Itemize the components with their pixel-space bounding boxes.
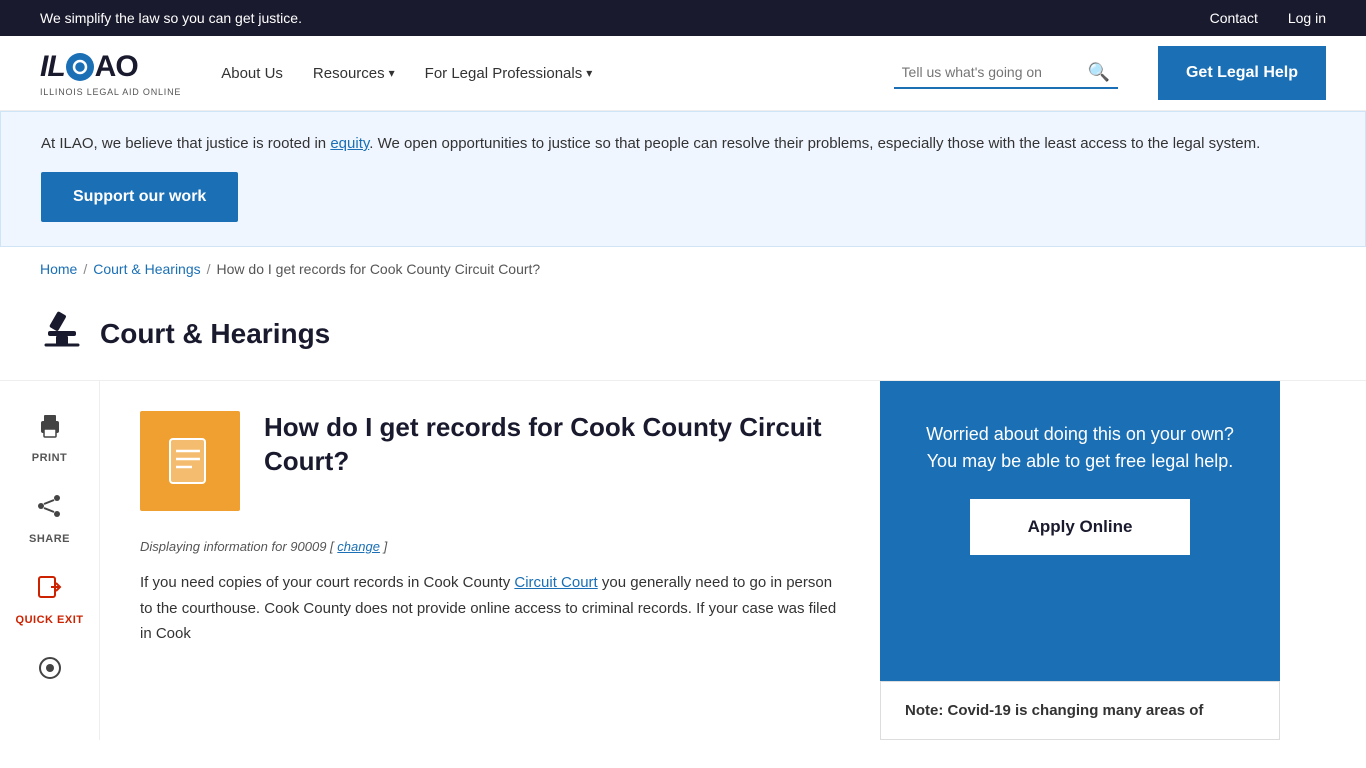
print-label: PRINT	[32, 452, 68, 464]
breadcrumb-home[interactable]: Home	[40, 261, 77, 277]
breadcrumb-sep-1: /	[83, 261, 87, 277]
print-action[interactable]: PRINT	[32, 411, 68, 464]
equity-link[interactable]: equity	[330, 135, 369, 152]
covid-note-text: Note: Covid-19 is changing many areas of	[905, 702, 1203, 719]
site-header: IL AO ILLINOIS LEGAL AID ONLINE About Us…	[0, 36, 1366, 111]
resources-chevron-icon: ▾	[389, 66, 395, 80]
search-area: 🔍	[894, 58, 1118, 89]
zip-info: Displaying information for 90009 [ chang…	[140, 539, 840, 554]
nav-legal-professionals[interactable]: For Legal Professionals ▾	[425, 65, 593, 82]
info-banner: At ILAO, we believe that justice is root…	[0, 111, 1366, 247]
breadcrumb-category[interactable]: Court & Hearings	[93, 261, 200, 277]
article-area: How do I get records for Cook County Cir…	[100, 381, 880, 740]
nav-about-us[interactable]: About Us	[221, 65, 283, 82]
apply-online-button[interactable]: Apply Online	[970, 499, 1190, 555]
get-legal-help-button[interactable]: Get Legal Help	[1158, 46, 1326, 100]
article-text: If you need copies of your court records…	[140, 570, 840, 647]
logo-area: IL AO ILLINOIS LEGAL AID ONLINE	[40, 50, 181, 97]
right-sidebar: Worried about doing this on your own? Yo…	[880, 381, 1280, 740]
legal-professionals-chevron-icon: ▾	[586, 66, 592, 80]
quick-exit-action[interactable]: QUICK EXIT	[16, 573, 84, 626]
main-nav: About Us Resources ▾ For Legal Professio…	[221, 65, 853, 82]
top-banner: We simplify the law so you can get justi…	[0, 0, 1366, 36]
legal-help-title: Worried about doing this on your own? Yo…	[926, 421, 1234, 475]
article-header: How do I get records for Cook County Cir…	[140, 411, 840, 511]
covid-note: Note: Covid-19 is changing many areas of	[880, 681, 1280, 740]
watch-icon	[36, 654, 64, 689]
main-content: PRINT SHARE QUICK EXIT	[0, 381, 1366, 740]
breadcrumb-sep-2: /	[207, 261, 211, 277]
info-text: At ILAO, we believe that justice is root…	[41, 132, 1325, 156]
breadcrumb: Home / Court & Hearings / How do I get r…	[0, 247, 1366, 291]
section-title: Court & Hearings	[100, 318, 330, 350]
article-thumbnail	[140, 411, 240, 511]
logo-subtitle: ILLINOIS LEGAL AID ONLINE	[40, 87, 181, 97]
share-label: SHARE	[29, 533, 70, 545]
left-sidebar: PRINT SHARE QUICK EXIT	[0, 381, 100, 740]
share-icon	[35, 492, 63, 527]
article-title: How do I get records for Cook County Cir…	[264, 411, 840, 479]
contact-link[interactable]: Contact	[1210, 10, 1258, 26]
article-body: If you need copies of your court records…	[140, 570, 840, 647]
gavel-icon	[40, 307, 84, 360]
section-header: Court & Hearings	[0, 291, 1366, 381]
login-link[interactable]: Log in	[1288, 10, 1326, 26]
logo[interactable]: IL AO	[40, 50, 181, 84]
nav-resources[interactable]: Resources ▾	[313, 65, 395, 82]
watch-action[interactable]	[36, 654, 64, 689]
quick-exit-icon	[35, 573, 63, 608]
circuit-court-link[interactable]: Circuit Court	[514, 574, 597, 591]
legal-help-box: Worried about doing this on your own? Yo…	[880, 381, 1280, 681]
breadcrumb-current: How do I get records for Cook County Cir…	[217, 261, 541, 277]
banner-tagline: We simplify the law so you can get justi…	[40, 10, 302, 26]
quick-exit-label: QUICK EXIT	[16, 614, 84, 626]
print-icon	[36, 411, 64, 446]
banner-nav: Contact Log in	[1210, 10, 1326, 26]
share-action[interactable]: SHARE	[29, 492, 70, 545]
search-button[interactable]: 🔍	[1088, 62, 1110, 83]
search-input[interactable]	[902, 64, 1082, 80]
support-work-button[interactable]: Support our work	[41, 172, 238, 222]
change-zip-link[interactable]: change	[337, 539, 380, 554]
